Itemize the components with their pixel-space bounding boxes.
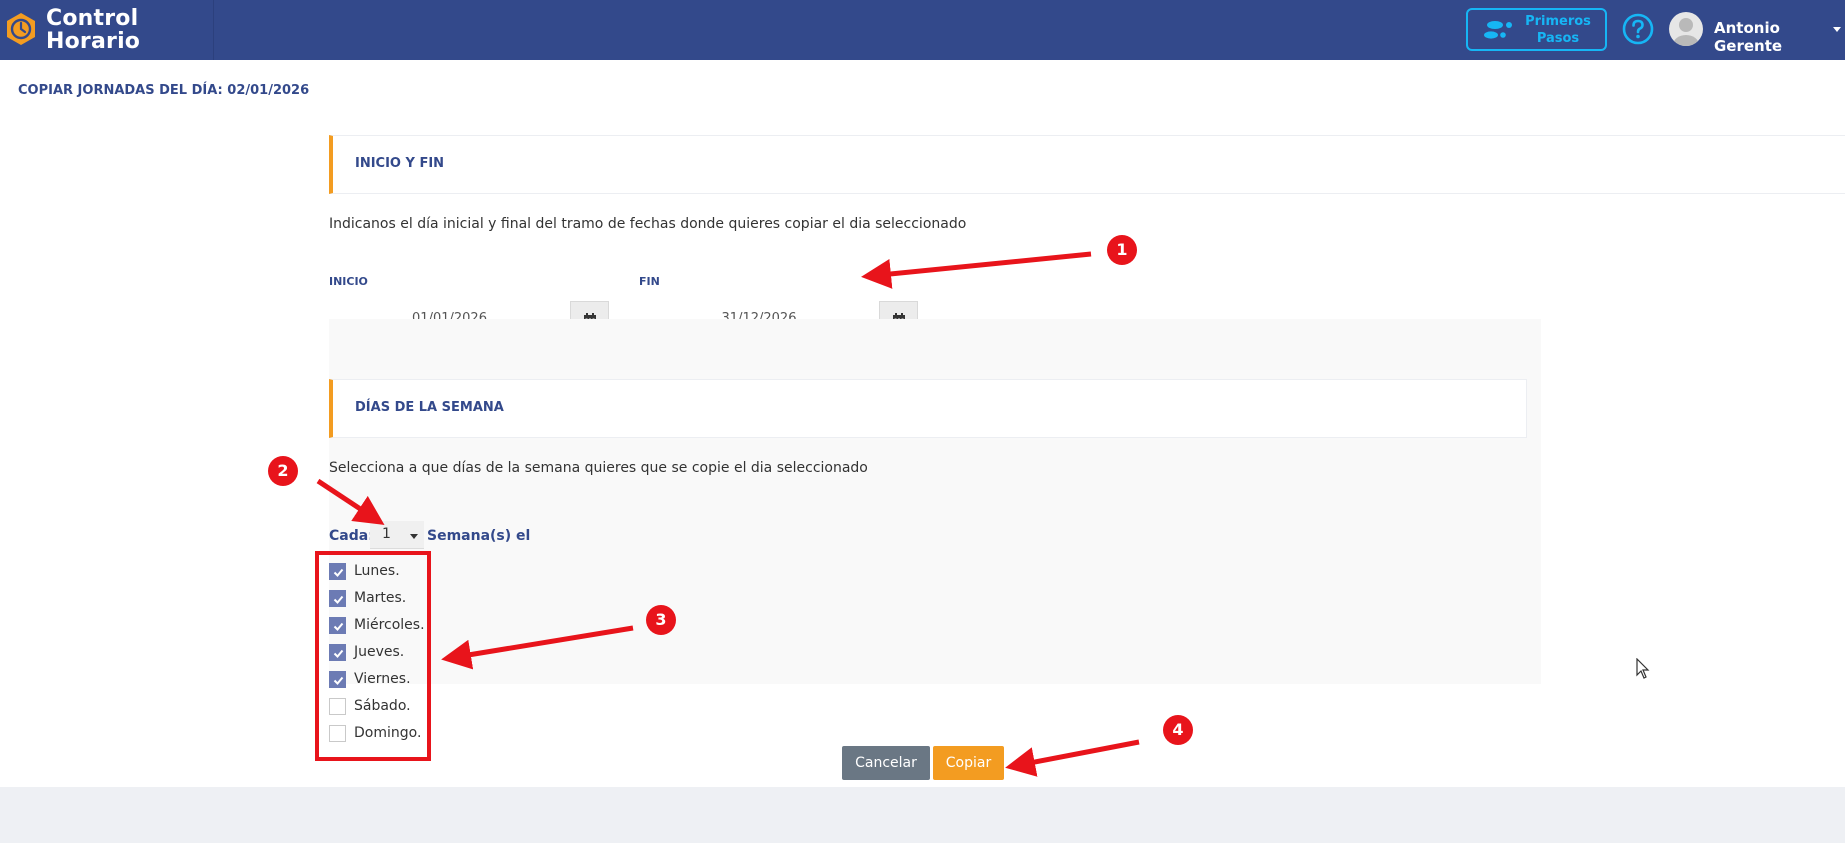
week-interval-value: 1	[382, 526, 391, 542]
app-logo[interactable]: Control Horario	[0, 0, 214, 60]
page-title: COPIAR JORNADAS DEL DÍA: 02/01/2026	[18, 83, 310, 98]
annotation-marker-2: 2	[268, 456, 298, 486]
footsteps-icon	[1484, 21, 1512, 39]
weekdays-section-title: DÍAS DE LA SEMANA	[355, 400, 504, 415]
start-date-label: INICIO	[329, 275, 368, 288]
week-interval-select[interactable]: 1	[370, 521, 424, 549]
app-name-line2: Horario	[46, 29, 141, 54]
weekdays-panel	[329, 319, 1541, 684]
user-menu-name[interactable]: Antonio Gerente	[1714, 19, 1845, 55]
mouse-cursor-icon	[1636, 658, 1650, 679]
range-section-title: INICIO Y FIN	[355, 156, 445, 171]
annotation-marker-3: 3	[646, 605, 676, 635]
app-name-line1: Control	[46, 6, 139, 31]
annotation-marker-1: 1	[1107, 235, 1137, 265]
user-silhouette-icon	[1673, 18, 1699, 46]
app-name: Control Horario	[46, 7, 140, 53]
annotation-marker-4: 4	[1163, 715, 1193, 745]
first-steps-line1: Primeros	[1525, 14, 1591, 29]
weekdays-section-hint: Selecciona a que días de la semana quier…	[329, 460, 868, 476]
top-navbar: Control Horario Primeros Pasos Antonio G…	[0, 0, 1845, 60]
chevron-down-icon	[410, 534, 418, 539]
range-section-header: INICIO Y FIN	[329, 135, 1845, 194]
user-menu-caret-icon[interactable]	[1833, 27, 1841, 32]
cancel-button[interactable]: Cancelar	[842, 746, 930, 780]
end-date-label: FIN	[639, 275, 660, 288]
every-label: Cada:	[329, 528, 374, 544]
first-steps-line2: Pasos	[1536, 31, 1580, 46]
copy-button[interactable]: Copiar	[933, 746, 1004, 780]
first-steps-button[interactable]: Primeros Pasos	[1466, 8, 1607, 51]
help-icon[interactable]	[1622, 13, 1654, 45]
first-steps-label: Primeros Pasos	[1518, 13, 1598, 47]
clock-logo-icon	[7, 13, 35, 45]
range-section-hint: Indicanos el día inicial y final del tra…	[329, 216, 967, 232]
user-avatar[interactable]	[1669, 12, 1703, 46]
weeks-label: Semana(s) el	[427, 528, 531, 544]
weekdays-section-header: DÍAS DE LA SEMANA	[329, 379, 1527, 438]
annotation-highlight-box	[315, 551, 431, 761]
